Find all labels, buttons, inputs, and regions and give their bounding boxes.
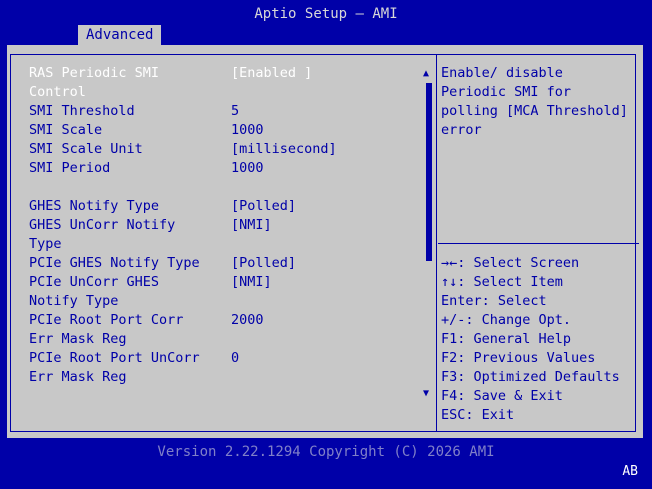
setting-label-ras-periodic-smi[interactable]: RAS Periodic SMI bbox=[29, 64, 159, 83]
content-frame: RAS Periodic SMI [Enabled ] Control SMI … bbox=[10, 54, 639, 432]
setting-label-smi-threshold[interactable]: SMI Threshold bbox=[29, 102, 135, 121]
app-title: Aptio Setup – AMI bbox=[254, 6, 398, 22]
setting-label-pcie-root-port-uncorr[interactable]: PCIe Root Port UnCorr bbox=[29, 349, 200, 368]
key-previous-values: F2: Previous Values bbox=[441, 350, 596, 366]
setting-value-ghes-uncorr-notify[interactable]: [NMI] bbox=[231, 216, 272, 235]
setting-label-pcie-ghes-notify-type[interactable]: PCIe GHES Notify Type bbox=[29, 254, 200, 273]
setting-value-pcie-uncorr-ghes[interactable]: [NMI] bbox=[231, 273, 272, 292]
key-select-item: ↑↓: Select Item bbox=[441, 274, 563, 290]
setting-label-err-mask-reg-corr[interactable]: Err Mask Reg bbox=[29, 330, 127, 349]
key-general-help: F1: General Help bbox=[441, 331, 572, 347]
scroll-up-icon[interactable]: ▲ bbox=[423, 68, 429, 79]
setting-label-smi-scale[interactable]: SMI Scale bbox=[29, 121, 102, 140]
scroll-down-icon[interactable]: ▼ bbox=[423, 388, 429, 399]
setting-label-pcie-uncorr-ghes-notify-type[interactable]: Notify Type bbox=[29, 292, 118, 311]
key-select-screen: →←: Select Screen bbox=[441, 255, 580, 271]
setting-value-ghes-notify-type[interactable]: [Polled] bbox=[231, 197, 296, 216]
setting-label-pcie-uncorr-ghes[interactable]: PCIe UnCorr GHES bbox=[29, 273, 159, 292]
help-line: Enable/ disable bbox=[441, 65, 563, 81]
help-line: polling [MCA Threshold] bbox=[441, 103, 628, 119]
vertical-divider bbox=[436, 55, 437, 431]
version-footer: Version 2.22.1294 Copyright (C) 2026 AMI bbox=[157, 444, 495, 460]
setting-label-smi-period[interactable]: SMI Period bbox=[29, 159, 110, 178]
key-enter-select: Enter: Select bbox=[441, 293, 547, 309]
horizontal-divider bbox=[438, 243, 639, 244]
tab-advanced[interactable]: Advanced bbox=[78, 25, 162, 45]
setting-value-pcie-ghes-notify-type[interactable]: [Polled] bbox=[231, 254, 296, 273]
setting-value-smi-threshold[interactable]: 5 bbox=[231, 102, 239, 121]
setting-value-pcie-root-port-uncorr[interactable]: 0 bbox=[231, 349, 239, 368]
setting-label-control[interactable]: Control bbox=[29, 83, 86, 102]
setting-value-ras-periodic-smi[interactable]: [Enabled ] bbox=[231, 64, 312, 83]
setting-value-smi-scale-unit[interactable]: [millisecond] bbox=[231, 140, 337, 159]
setting-label-err-mask-reg-uncorr[interactable]: Err Mask Reg bbox=[29, 368, 127, 387]
key-optimized-defaults: F3: Optimized Defaults bbox=[441, 369, 620, 385]
scrollbar-thumb[interactable] bbox=[426, 83, 432, 261]
tab-bar: Advanced bbox=[0, 24, 652, 45]
main-panel: RAS Periodic SMI [Enabled ] Control SMI … bbox=[7, 45, 643, 438]
setting-value-smi-scale[interactable]: 1000 bbox=[231, 121, 264, 140]
help-line: Periodic SMI for bbox=[441, 84, 572, 100]
key-save-exit: F4: Save & Exit bbox=[441, 388, 563, 404]
key-change-opt: +/-: Change Opt. bbox=[441, 312, 572, 328]
setting-value-pcie-root-port-corr[interactable]: 2000 bbox=[231, 311, 264, 330]
setting-label-ghes-uncorr-notify-type[interactable]: Type bbox=[29, 235, 62, 254]
setting-value-smi-period[interactable]: 1000 bbox=[231, 159, 264, 178]
setting-label-smi-scale-unit[interactable]: SMI Scale Unit bbox=[29, 140, 143, 159]
key-esc-exit: ESC: Exit bbox=[441, 407, 515, 423]
help-line: error bbox=[441, 122, 482, 138]
setting-label-ghes-notify-type[interactable]: GHES Notify Type bbox=[29, 197, 159, 216]
setting-label-ghes-uncorr-notify[interactable]: GHES UnCorr Notify bbox=[29, 216, 175, 235]
setting-label-pcie-root-port-corr[interactable]: PCIe Root Port Corr bbox=[29, 311, 183, 330]
status-badge: AB bbox=[622, 464, 638, 479]
